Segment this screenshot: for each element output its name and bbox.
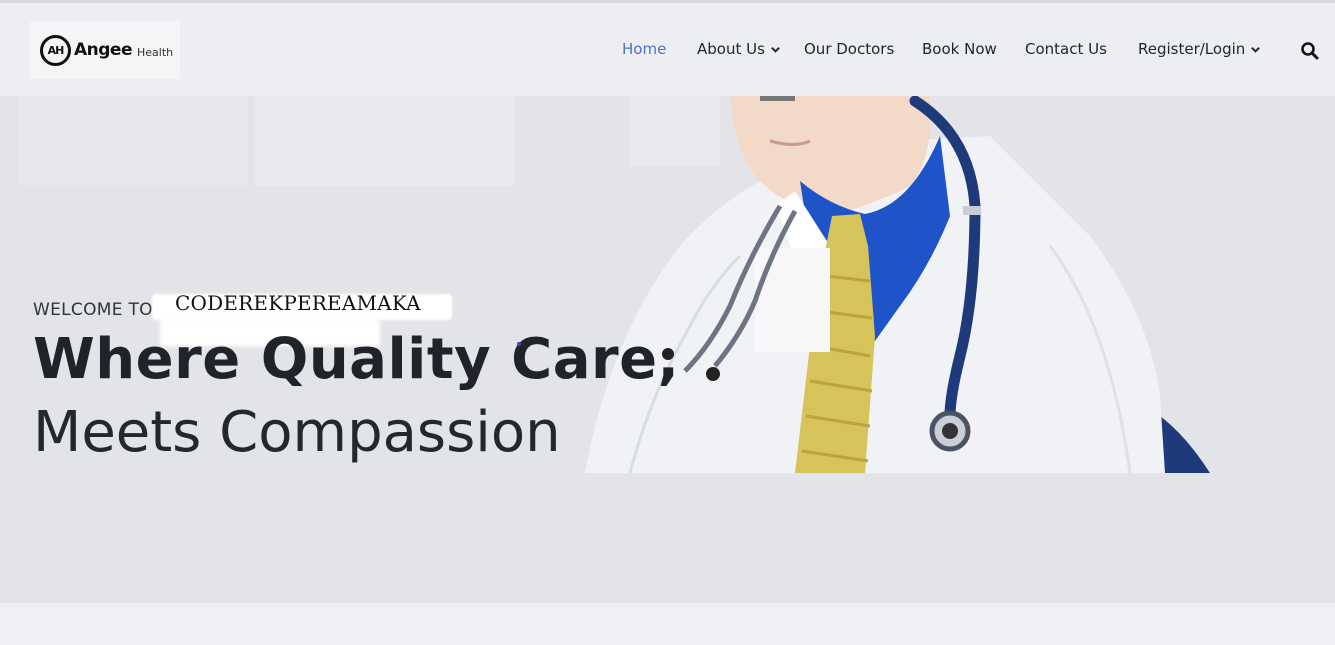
logo-subtitle: Health — [137, 45, 174, 59]
chevron-down-icon — [771, 46, 780, 53]
nav-register-login[interactable]: Register/Login — [1138, 40, 1261, 58]
section-divider — [0, 603, 1335, 645]
nav-label: Our Doctors — [804, 40, 895, 58]
nav-label: Register/Login — [1138, 40, 1246, 58]
chevron-down-icon — [1251, 46, 1261, 53]
brand-overlay-text: CODEREKPEREAMAKA — [175, 291, 421, 315]
nav-label: Home — [622, 40, 667, 58]
logo-name: Angee — [74, 40, 133, 60]
cursor-dot — [517, 342, 521, 346]
site-logo[interactable]: AH Angee Health — [30, 21, 180, 79]
nav-our-doctors[interactable]: Our Doctors — [804, 40, 894, 58]
nav-label: About Us — [697, 40, 765, 58]
background-shape — [18, 96, 248, 186]
background-shape — [255, 96, 515, 186]
nav-book-now[interactable]: Book Now — [922, 40, 997, 58]
doctor-image — [585, 96, 1210, 473]
nav-label: Contact Us — [1025, 40, 1107, 58]
hero-headline-line1: Where Quality Care, — [33, 327, 680, 392]
welcome-text: WELCOME TO — [33, 300, 153, 320]
search-icon[interactable] — [1300, 41, 1320, 61]
nav-home[interactable]: Home — [622, 40, 666, 58]
logo-mark: AH — [40, 34, 71, 66]
site-header: AH Angee Health Home About Us Our Doctor… — [0, 3, 1335, 96]
hero-headline-line2: Meets Compassion — [33, 400, 561, 465]
nav-contact-us[interactable]: Contact Us — [1025, 40, 1107, 58]
nav-label: Book Now — [922, 40, 997, 58]
nav-about-us[interactable]: About Us — [697, 40, 781, 58]
